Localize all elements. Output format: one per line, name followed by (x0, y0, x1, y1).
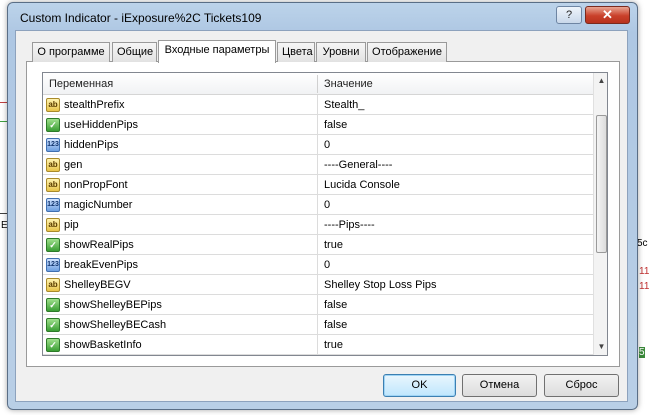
variable-value[interactable]: true (324, 335, 343, 355)
variable-value[interactable]: Lucida Console (324, 175, 400, 195)
variable-name: nonPropFont (64, 179, 128, 191)
variable-name: pip (64, 219, 79, 231)
string-icon: ab (46, 278, 60, 292)
help-button[interactable]: ? (556, 6, 582, 24)
table-row[interactable]: 123 magicNumber 0 (43, 195, 593, 215)
variable-value[interactable]: ----General---- (324, 155, 392, 175)
table-row[interactable]: ab gen ----General---- (43, 155, 593, 175)
variable-value[interactable]: false (324, 315, 347, 335)
variable-name: ShelleyBEGV (64, 279, 131, 291)
table-row[interactable]: 123 breakEvenPips 0 (43, 255, 593, 275)
tab-inputs[interactable]: Входные параметры (158, 40, 276, 63)
background-label: 5 (639, 347, 645, 358)
number-icon: 123 (46, 138, 60, 152)
cell-variable[interactable]: ✓ showShelleyBEPips (43, 295, 318, 315)
background-label: 5c (637, 238, 648, 249)
cell-variable[interactable]: 123 magicNumber (43, 195, 318, 215)
bool-icon: ✓ (46, 338, 60, 352)
bool-icon: ✓ (46, 238, 60, 252)
background-label: 11 (639, 266, 650, 277)
cell-variable[interactable]: ab ShelleyBEGV (43, 275, 318, 295)
background-label: 11 (639, 281, 650, 292)
variable-name: stealthPrefix (64, 99, 125, 111)
variable-name: magicNumber (64, 199, 133, 211)
tab-about[interactable]: О программе (32, 42, 110, 62)
string-icon: ab (46, 98, 60, 112)
table-row[interactable]: ✓ showBasketInfo true (43, 335, 593, 355)
cell-variable[interactable]: ab gen (43, 155, 318, 175)
tab-display[interactable]: Отображение (367, 42, 447, 62)
variable-value[interactable]: false (324, 115, 347, 135)
variable-name: showShelleyBECash (64, 319, 167, 331)
string-icon: ab (46, 178, 60, 192)
bool-icon: ✓ (46, 118, 60, 132)
table-row[interactable]: ab pip ----Pips---- (43, 215, 593, 235)
title-bar[interactable]: Custom Indicator - iExposure%2C Tickets1… (8, 3, 637, 31)
cell-variable[interactable]: ab stealthPrefix (43, 95, 318, 115)
variable-name: useHiddenPips (64, 119, 138, 131)
variable-name: showBasketInfo (64, 339, 142, 351)
variable-value[interactable]: ----Pips---- (324, 215, 375, 235)
table-row[interactable]: ab ShelleyBEGV Shelley Stop Loss Pips (43, 275, 593, 295)
ok-button[interactable]: OK (383, 374, 456, 397)
variable-value[interactable]: true (324, 235, 343, 255)
cell-variable[interactable]: ab pip (43, 215, 318, 235)
bool-icon: ✓ (46, 318, 60, 332)
bool-icon: ✓ (46, 298, 60, 312)
column-header-value[interactable]: Значение (318, 73, 593, 95)
variable-name: gen (64, 159, 83, 171)
variable-value[interactable]: false (324, 295, 347, 315)
table-row[interactable]: ✓ showRealPips true (43, 235, 593, 255)
cell-variable[interactable]: ✓ showBasketInfo (43, 335, 318, 355)
scroll-up-icon[interactable]: ▲ (594, 73, 607, 89)
string-icon: ab (46, 158, 60, 172)
table-row[interactable]: 123 hiddenPips 0 (43, 135, 593, 155)
scrollbar-thumb[interactable] (596, 115, 607, 253)
variable-name: showShelleyBEPips (64, 299, 162, 311)
variable-value[interactable]: 0 (324, 135, 330, 155)
tab-colors[interactable]: Цвета (277, 42, 315, 62)
variable-name: breakEvenPips (64, 259, 138, 271)
cell-variable[interactable]: ✓ useHiddenPips (43, 115, 318, 135)
cell-variable[interactable]: 123 hiddenPips (43, 135, 318, 155)
vertical-scrollbar[interactable]: ▲ ▼ (593, 73, 607, 355)
tab-levels[interactable]: Уровни (316, 42, 366, 62)
variable-name: hiddenPips (64, 139, 119, 151)
number-icon: 123 (46, 198, 60, 212)
string-icon: ab (46, 218, 60, 232)
window-title: Custom Indicator - iExposure%2C Tickets1… (20, 11, 262, 25)
table-row[interactable]: ab nonPropFont Lucida Console (43, 175, 593, 195)
tab-common[interactable]: Общие (112, 42, 157, 62)
cell-variable[interactable]: ✓ showRealPips (43, 235, 318, 255)
variable-name: showRealPips (64, 239, 134, 251)
variable-value[interactable]: 0 (324, 195, 330, 215)
variable-value[interactable]: 0 (324, 255, 330, 275)
variable-value[interactable]: Shelley Stop Loss Pips (324, 275, 437, 295)
number-icon: 123 (46, 258, 60, 272)
cell-variable[interactable]: ab nonPropFont (43, 175, 318, 195)
inputs-grid: Переменная Значение ab stealthPrefix Steal… (42, 72, 608, 356)
table-row[interactable]: ab stealthPrefix Stealth_ (43, 95, 593, 115)
table-row[interactable]: ✓ useHiddenPips false (43, 115, 593, 135)
variable-value[interactable]: Stealth_ (324, 95, 364, 115)
reset-button[interactable]: Сброс (544, 374, 619, 397)
cell-variable[interactable]: ✓ showShelleyBECash (43, 315, 318, 335)
scroll-down-icon[interactable]: ▼ (594, 339, 607, 355)
cancel-button[interactable]: Отмена (462, 374, 537, 397)
grid-header: Переменная Значение (43, 73, 593, 95)
cell-variable[interactable]: 123 breakEvenPips (43, 255, 318, 275)
close-button[interactable]: ✕ (585, 6, 630, 24)
table-row[interactable]: ✓ showShelleyBEPips false (43, 295, 593, 315)
column-header-variable[interactable]: Переменная (43, 73, 317, 95)
table-row[interactable]: ✓ showShelleyBECash false (43, 315, 593, 335)
